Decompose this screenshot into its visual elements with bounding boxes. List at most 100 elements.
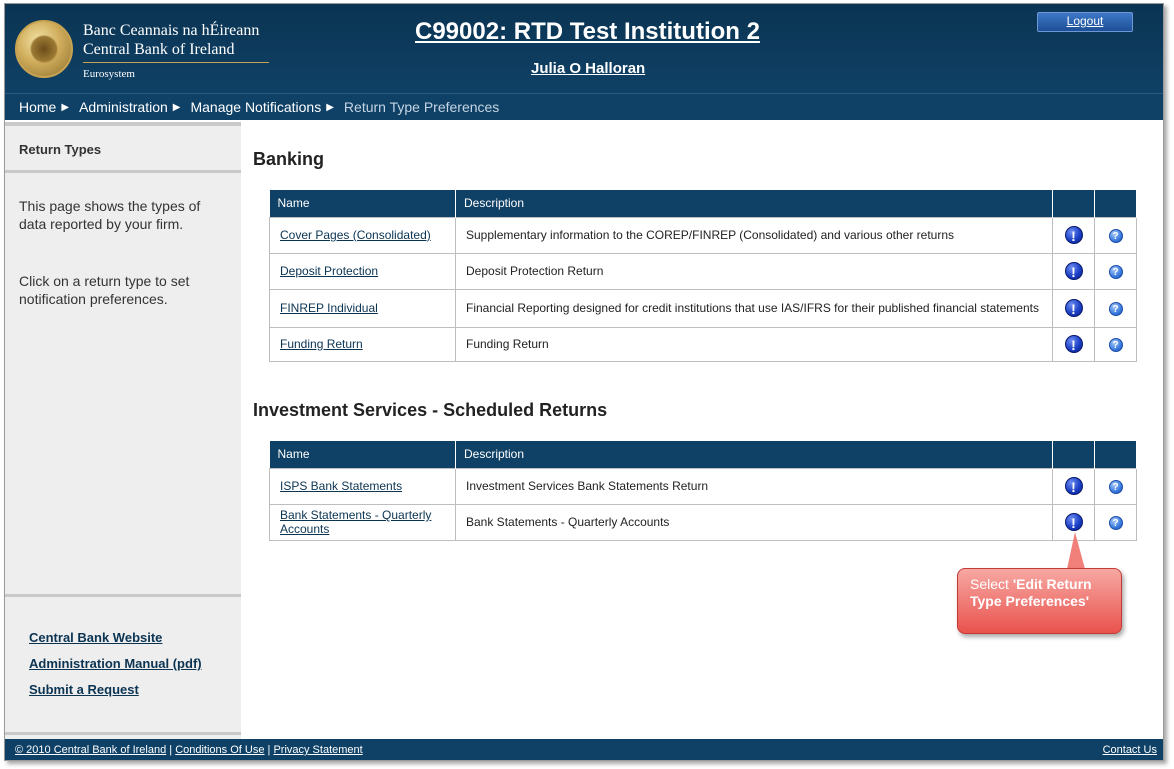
brand-english-name: Central Bank of Ireland: [83, 41, 235, 58]
exclamation-circle-icon[interactable]: !: [1064, 513, 1083, 531]
return-description: Bank Statements - Quarterly Accounts: [455, 503, 1053, 541]
return-name-cell: Cover Pages (Consolidated): [269, 216, 456, 254]
submit-request-link[interactable]: Submit a Request: [29, 682, 139, 697]
return-type-link[interactable]: FINREP Individual: [280, 301, 378, 315]
institution-title[interactable]: C99002: RTD Test Institution 2: [415, 18, 760, 46]
column-header-edit: [1052, 441, 1095, 468]
sidebar-description: Click on a return type to set notificati…: [19, 273, 190, 307]
return-name-cell: Bank Statements - Quarterly Accounts: [269, 503, 456, 541]
exclamation-circle-icon[interactable]: !: [1064, 477, 1083, 495]
help-cell: ?: [1094, 503, 1137, 541]
site-footer: © 2010 Central Bank of Ireland | Conditi…: [5, 739, 1163, 760]
return-type-link[interactable]: Deposit Protection: [280, 264, 378, 278]
site-header: Banc Ceannais na hÉireann Central Bank o…: [5, 4, 1163, 93]
sidebar-divider: [5, 594, 241, 597]
edit-cell: !: [1052, 326, 1095, 362]
edit-cell: !: [1052, 467, 1095, 505]
question-circle-icon[interactable]: ?: [1108, 515, 1123, 530]
return-name-cell: ISPS Bank Statements: [269, 467, 456, 505]
sidebar-heading: Return Types: [19, 142, 102, 157]
conditions-of-use-link[interactable]: Conditions Of Use: [175, 744, 264, 756]
column-header-help: [1094, 190, 1137, 217]
column-header-name: Name: [269, 441, 456, 468]
help-cell: ?: [1094, 252, 1137, 290]
breadcrumb-arrow-icon: ▶: [61, 101, 70, 113]
investment-return-types-table: Name Description ISPS Bank Statements In…: [269, 441, 1137, 541]
edit-cell: !: [1052, 216, 1095, 254]
edit-cell: !: [1052, 288, 1095, 328]
column-header-help: [1094, 441, 1137, 468]
breadcrumb: Home ▶ Administration ▶ Manage Notificatio…: [5, 93, 1163, 120]
callout-prefix: Select: [970, 576, 1013, 592]
edit-cell: !: [1052, 252, 1095, 290]
breadcrumb-arrow-icon: ▶: [172, 101, 181, 113]
administration-manual-link[interactable]: Administration Manual (pdf): [29, 656, 202, 671]
breadcrumb-current: Return Type Preferences: [343, 99, 500, 115]
help-cell: ?: [1094, 467, 1137, 505]
exclamation-circle-icon[interactable]: !: [1064, 226, 1083, 244]
return-name-cell: FINREP Individual: [269, 288, 456, 328]
instruction-callout: Select 'Edit Return Type Preferences': [957, 568, 1122, 634]
exclamation-circle-icon[interactable]: !: [1064, 335, 1083, 353]
sidebar-description: This page shows the types of data report…: [19, 198, 201, 232]
question-circle-icon[interactable]: ?: [1108, 337, 1123, 352]
table-row: Bank Statements - Quarterly Accounts Ban…: [269, 503, 1137, 541]
exclamation-circle-icon[interactable]: !: [1064, 299, 1083, 317]
brand-eurosystem: Eurosystem: [83, 68, 135, 80]
return-type-link[interactable]: Bank Statements - Quarterly Accounts: [280, 508, 431, 536]
breadcrumb-home[interactable]: Home: [19, 99, 56, 115]
brand-divider: [83, 62, 269, 63]
return-description: Investment Services Bank Statements Retu…: [455, 467, 1053, 505]
table-row: FINREP Individual Financial Reporting de…: [269, 288, 1137, 328]
return-type-link[interactable]: ISPS Bank Statements: [280, 479, 402, 493]
table-row: Funding Return Funding Return ! ?: [269, 326, 1137, 362]
table-header-row: Name Description: [269, 441, 1137, 468]
footer-links: © 2010 Central Bank of Ireland | Conditi…: [15, 744, 363, 756]
footer-separator: |: [166, 744, 176, 756]
column-header-name: Name: [269, 190, 456, 217]
contact-us-link[interactable]: Contact Us: [1103, 744, 1157, 756]
column-header-description: Description: [455, 441, 1053, 468]
help-cell: ?: [1094, 326, 1137, 362]
harp-logo-icon: [15, 20, 73, 78]
logout-button[interactable]: Logout: [1037, 12, 1133, 32]
question-circle-icon[interactable]: ?: [1108, 301, 1123, 316]
question-circle-icon[interactable]: ?: [1108, 479, 1123, 494]
return-description: Funding Return: [455, 326, 1053, 362]
breadcrumb-arrow-icon: ▶: [326, 101, 334, 113]
question-circle-icon[interactable]: ?: [1108, 228, 1123, 243]
help-cell: ?: [1094, 288, 1137, 328]
section-title-banking: Banking: [253, 149, 325, 169]
sidebar-divider: [5, 732, 241, 735]
copyright-link[interactable]: © 2010 Central Bank of Ireland: [15, 744, 166, 756]
return-type-link[interactable]: Funding Return: [280, 337, 363, 351]
column-header-description: Description: [455, 190, 1053, 217]
section-title-investment-services: Investment Services - Scheduled Returns: [253, 400, 608, 420]
browser-page: Banc Ceannais na hÉireann Central Bank o…: [4, 3, 1164, 761]
return-description: Financial Reporting designed for credit …: [455, 288, 1053, 328]
column-header-edit: [1052, 190, 1095, 217]
return-name-cell: Deposit Protection: [269, 252, 456, 290]
sidebar: Return Types This page shows the types o…: [5, 122, 241, 739]
table-header-row: Name Description: [269, 190, 1137, 217]
return-description: Supplementary information to the COREP/F…: [455, 216, 1053, 254]
question-circle-icon[interactable]: ?: [1108, 264, 1123, 279]
central-bank-website-link[interactable]: Central Bank Website: [29, 630, 162, 645]
table-row: ISPS Bank Statements Investment Services…: [269, 467, 1137, 505]
sidebar-divider: [5, 170, 241, 173]
exclamation-circle-icon[interactable]: !: [1064, 262, 1083, 280]
return-description: Deposit Protection Return: [455, 252, 1053, 290]
banking-return-types-table: Name Description Cover Pages (Consolidat…: [269, 190, 1137, 362]
brand-irish-name: Banc Ceannais na hÉireann: [83, 22, 260, 39]
user-name-link[interactable]: Julia O Halloran: [531, 60, 645, 77]
breadcrumb-manage-notifications[interactable]: Manage Notifications: [190, 99, 321, 115]
return-type-link[interactable]: Cover Pages (Consolidated): [280, 228, 431, 242]
return-name-cell: Funding Return: [269, 326, 456, 362]
callout-pointer: [1067, 532, 1085, 569]
sidebar-divider: [5, 122, 241, 126]
privacy-statement-link[interactable]: Privacy Statement: [273, 744, 362, 756]
table-row: Cover Pages (Consolidated) Supplementary…: [269, 216, 1137, 254]
help-cell: ?: [1094, 216, 1137, 254]
breadcrumb-administration[interactable]: Administration: [79, 99, 168, 115]
table-row: Deposit Protection Deposit Protection Re…: [269, 252, 1137, 290]
